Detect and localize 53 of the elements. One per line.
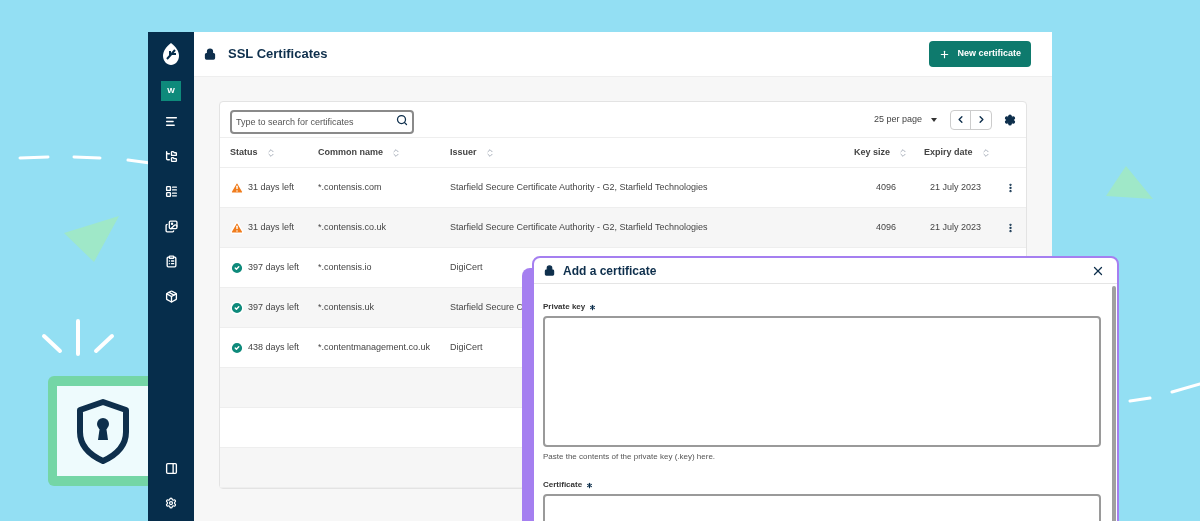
plus-icon (939, 48, 951, 60)
status-text: 438 days left (248, 340, 300, 354)
column-header[interactable]: Issuer (450, 145, 854, 160)
table-row[interactable]: 31 days left *.contensis.co.uk Starfield Secure Certificate Authority - G2, Starfield Technologies 4096 21 July 2023 (220, 208, 1026, 248)
status-text: 397 days left (248, 300, 300, 314)
table-cell: *.contentmanagement.co.uk (318, 341, 431, 352)
status-text: 397 days left (248, 260, 300, 274)
search-icon[interactable] (396, 113, 408, 126)
column-header[interactable]: Key size (854, 145, 924, 160)
table-cell: Starfield Secure C (450, 301, 524, 312)
status-text: 31 days left (248, 180, 295, 194)
table-cell-text: 4096 (874, 180, 897, 194)
table-cell: *.contensis.uk (318, 301, 375, 312)
list-layout-icon[interactable] (164, 185, 178, 198)
search-field[interactable]: Type to search for certificates (230, 109, 414, 134)
logo-icon (161, 42, 181, 66)
package-icon[interactable] (164, 290, 178, 303)
panel-icon[interactable] (164, 462, 178, 475)
triangle-drawing (64, 216, 120, 264)
table-cell: DigiCert (450, 341, 483, 352)
clipboard-icon[interactable] (164, 255, 178, 268)
status-text: 31 days left (248, 220, 295, 234)
field-label: Private key (543, 301, 586, 313)
column-header[interactable]: Common name (318, 145, 450, 160)
field-label: Certificate (543, 479, 583, 491)
dashed-line-drawing (1128, 380, 1200, 404)
per-page-dropdown[interactable]: 25 per page (873, 112, 937, 127)
lock-icon (544, 265, 555, 276)
page-title: SSL Certificates (228, 45, 328, 64)
lines-icon[interactable] (164, 115, 178, 128)
table-cell: *.contensis.co.uk (318, 221, 387, 232)
images-icon[interactable] (164, 220, 178, 233)
table-cell: *.contensis.com (318, 181, 382, 192)
settings-icon[interactable] (1004, 113, 1016, 126)
dialog-title: Add a certificate (563, 262, 657, 280)
table-cell-text: 21 July 2023 (928, 180, 981, 194)
triangle-drawing (1106, 166, 1154, 200)
column-header[interactable]: Status (230, 145, 318, 160)
table-cell-text: 21 July 2023 (928, 220, 981, 234)
table-cell: Starfield Secure Certificate Authority - G2, Starfield Technologies (450, 221, 708, 232)
field-hint: Paste the contents of the private key (.key) here. (543, 451, 717, 463)
lock-icon (204, 48, 216, 60)
tree-icon[interactable] (164, 150, 178, 163)
new-certificate-button[interactable]: New certificate (929, 41, 1031, 67)
text-area[interactable] (543, 316, 1101, 447)
table-cell: *.contensis.io (318, 261, 372, 272)
table-cell-text: 4096 (874, 220, 897, 234)
column-header[interactable]: Expiry date (924, 145, 1016, 160)
table-cell: Starfield Secure Certificate Authority - G2, Starfield Technologies (450, 181, 708, 192)
workspace-badge[interactable]: W (161, 81, 181, 101)
table-cell: DigiCert (450, 261, 483, 272)
scrollbar[interactable] (1112, 286, 1116, 521)
shield-keyhole-icon (76, 398, 130, 464)
